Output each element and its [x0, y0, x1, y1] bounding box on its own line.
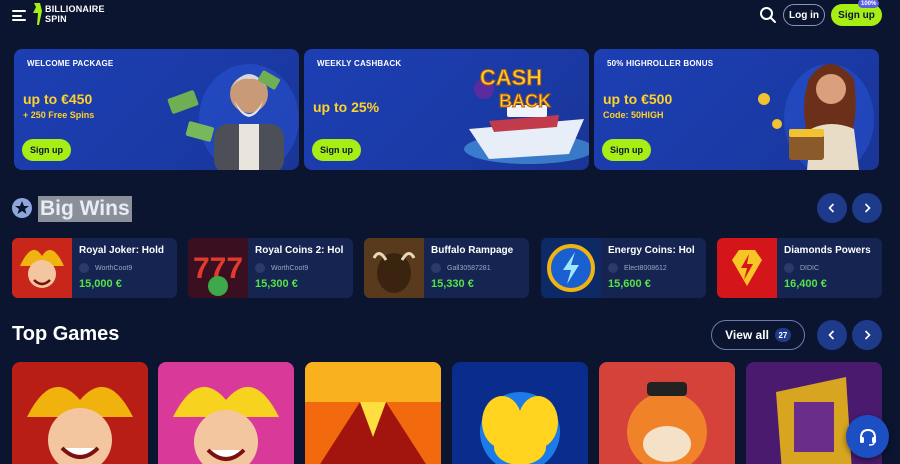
- promo-subline: Code: 50HIGH: [603, 110, 664, 120]
- logo-text: BILLIONAIRE SPIN: [45, 4, 105, 24]
- logo-line1: BILLIONAIRE: [45, 4, 105, 14]
- headset-icon: [859, 428, 876, 446]
- big-win-amount: 16,400 €: [784, 278, 827, 290]
- big-win-amount: 15,600 €: [608, 278, 651, 290]
- game-tile-joker[interactable]: [12, 362, 148, 464]
- cash-art-text: CASH: [480, 65, 542, 90]
- big-win-card[interactable]: Energy Coins: Hol Elect8008612 15,600 €: [541, 238, 706, 298]
- big-win-game-name: Royal Coins 2: Hol: [255, 245, 344, 256]
- view-all-button[interactable]: View all 27: [711, 320, 805, 350]
- chevron-left-icon: [828, 330, 835, 340]
- promo-signup-button[interactable]: Sign up: [22, 139, 71, 161]
- big-win-amount: 15,300 €: [255, 278, 298, 290]
- top-games-next-button[interactable]: [852, 320, 882, 350]
- big-win-amount: 15,330 €: [431, 278, 474, 290]
- signup-bonus-badge: 100%: [858, 0, 880, 8]
- diamonds-power-thumbnail: [717, 238, 777, 298]
- big-win-user: WorthCoot9: [79, 262, 175, 274]
- big-win-game-name: Diamonds Powers: [784, 245, 871, 256]
- big-win-username: DIDIC: [800, 264, 820, 272]
- businessman-illustration: [167, 64, 299, 170]
- view-all-count-badge: 27: [774, 328, 791, 342]
- chevron-left-icon: [828, 203, 835, 213]
- big-win-card[interactable]: Buffalo Rampage Gall30587281 15,330 €: [364, 238, 529, 298]
- game-tile-pink-joker[interactable]: [158, 362, 294, 464]
- logo-line2: SPIN: [45, 14, 67, 24]
- user-avatar-icon: [784, 263, 794, 273]
- badge-text: 100%: [861, 0, 877, 7]
- support-chat-button[interactable]: [846, 415, 889, 458]
- big-win-username: WorthCoot9: [271, 264, 309, 272]
- big-win-game-name: Energy Coins: Hol: [608, 245, 695, 256]
- energy-coins-thumbnail: [541, 238, 601, 298]
- star-icon: [12, 198, 32, 218]
- royal-joker-thumbnail: [12, 238, 72, 298]
- big-win-game-name: Buffalo Rampage: [431, 245, 514, 256]
- back-art-text: BACK: [499, 91, 551, 111]
- woman-treasure-illustration: [758, 64, 874, 170]
- big-win-user: WorthCoot9: [255, 262, 351, 274]
- promo-tag: 50% HIGHROLLER BONUS: [607, 59, 714, 68]
- chevron-right-icon: [864, 330, 871, 340]
- logo-mark-icon: [33, 3, 42, 25]
- game-tile-flower[interactable]: [452, 362, 588, 464]
- big-win-card[interactable]: 777 Royal Coins 2: Hol WorthCoot9 15,300…: [188, 238, 353, 298]
- promo-headline: up to €500: [603, 91, 673, 107]
- promo-card-highroller[interactable]: 50% HIGHROLLER BONUS up to €500 Code: 50…: [594, 49, 879, 170]
- login-button[interactable]: Log in: [783, 4, 825, 26]
- big-win-user: Elect8008612: [608, 262, 704, 274]
- big-win-user: DIDIC: [784, 262, 880, 274]
- promo-signup-button[interactable]: Sign up: [312, 139, 361, 161]
- header: BILLIONAIRE SPIN Log in Sign up 100%: [0, 0, 900, 30]
- big-win-card[interactable]: Royal Joker: Hold WorthCoot9 15,000 €: [12, 238, 177, 298]
- promo-tag: WELCOME PACKAGE: [27, 59, 114, 68]
- promo-subline: + 250 Free Spins: [23, 110, 95, 120]
- chevron-right-icon: [864, 203, 871, 213]
- promo-card-welcome[interactable]: WELCOME PACKAGE up to €450 + 250 Free Sp…: [14, 49, 299, 170]
- big-win-card[interactable]: Diamonds Powers DIDIC 16,400 €: [717, 238, 882, 298]
- game-tile-volcano[interactable]: [305, 362, 441, 464]
- big-win-username: Gall30587281: [447, 264, 491, 272]
- promo-tag: WEEKLY CASHBACK: [317, 59, 402, 68]
- search-icon[interactable]: [759, 6, 777, 24]
- royal-coins-thumbnail: 777: [188, 238, 248, 298]
- big-win-username: Elect8008612: [624, 264, 667, 272]
- view-all-label: View all: [725, 328, 769, 342]
- big-wins-title: Big Wins: [38, 196, 132, 222]
- big-win-user: Gall30587281: [431, 262, 527, 274]
- logo[interactable]: BILLIONAIRE SPIN: [32, 2, 105, 28]
- big-win-username: WorthCoot9: [95, 264, 133, 272]
- user-avatar-icon: [79, 263, 89, 273]
- cashback-ship-illustration: CASH BACK: [464, 65, 589, 164]
- top-games-prev-button[interactable]: [817, 320, 847, 350]
- user-avatar-icon: [255, 263, 265, 273]
- promo-headline: up to 25%: [313, 99, 380, 115]
- promo-signup-button[interactable]: Sign up: [602, 139, 651, 161]
- menu-icon[interactable]: [12, 10, 26, 21]
- promo-card-cashback[interactable]: CASH BACK WEEKLY CASHBACK up to 25% Sign…: [304, 49, 589, 170]
- buffalo-rampage-thumbnail: [364, 238, 424, 298]
- big-win-game-name: Royal Joker: Hold: [79, 245, 165, 256]
- user-avatar-icon: [608, 263, 618, 273]
- big-wins-next-button[interactable]: [852, 193, 882, 223]
- top-games-title: Top Games: [12, 323, 120, 345]
- big-wins-prev-button[interactable]: [817, 193, 847, 223]
- big-win-amount: 15,000 €: [79, 278, 122, 290]
- game-tile-tiger[interactable]: [599, 362, 735, 464]
- user-avatar-icon: [431, 263, 441, 273]
- promo-headline: up to €450: [23, 91, 93, 107]
